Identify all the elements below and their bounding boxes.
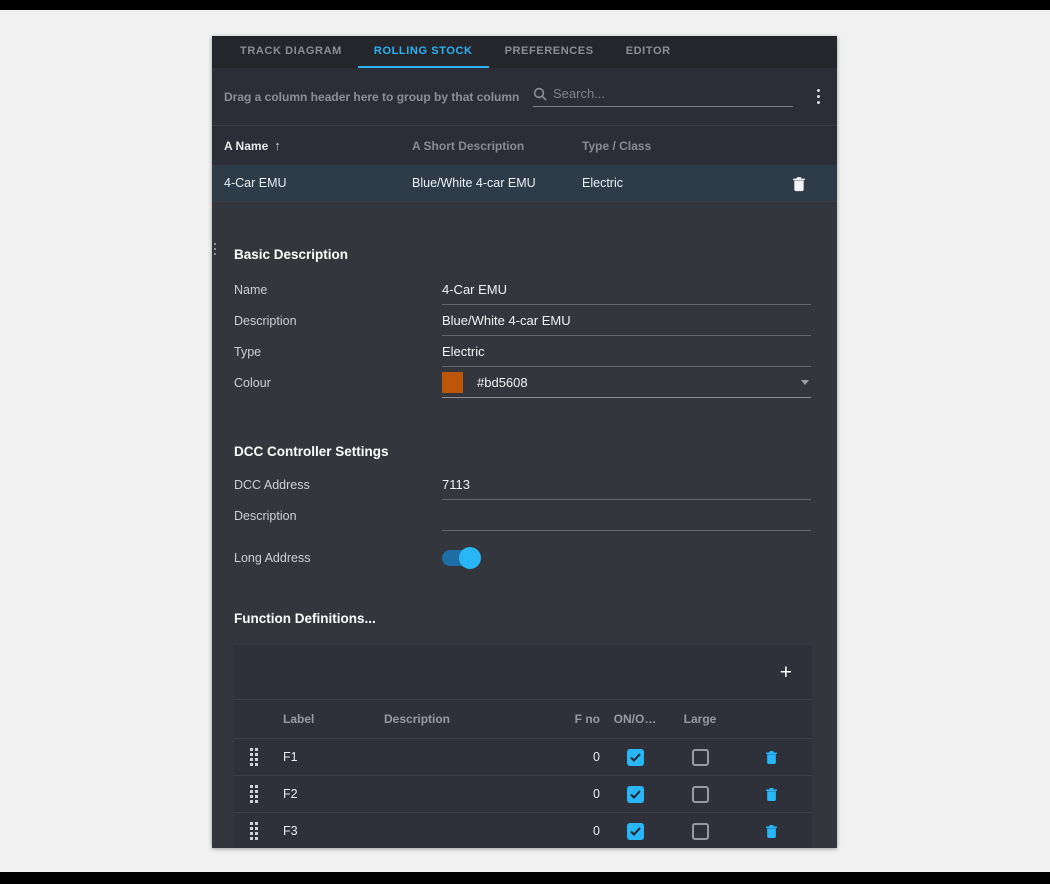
dcc-settings-title: DCC Controller Settings <box>234 444 815 459</box>
large-checkbox[interactable] <box>692 786 709 803</box>
drag-handle-icon[interactable] <box>250 748 258 766</box>
colour-field-row: Colour #bd5608 <box>234 367 811 398</box>
check-icon <box>630 753 641 762</box>
sort-asc-icon: ↑ <box>274 138 281 153</box>
function-row-f2[interactable]: F2 0 <box>234 776 812 813</box>
top-black-bar <box>0 0 1050 10</box>
dcc-address-field-row: DCC Address 7113 <box>234 469 811 500</box>
function-label-cell[interactable]: F2 <box>274 787 384 801</box>
tab-editor[interactable]: EDITOR <box>610 36 687 68</box>
dcc-description-label: Description <box>234 509 442 523</box>
tab-track-diagram[interactable]: TRACK DIAGRAM <box>224 36 358 68</box>
panel-resize-grip[interactable] <box>212 238 217 260</box>
column-header-name-label: A Name <box>224 139 268 153</box>
delete-function-icon[interactable] <box>765 749 778 765</box>
type-field[interactable]: Electric <box>442 336 811 367</box>
function-column-label[interactable]: Label <box>274 712 384 726</box>
tab-bar: TRACK DIAGRAM ROLLING STOCK PREFERENCES … <box>212 36 837 68</box>
stock-row-short-description: Blue/White 4-car EMU <box>412 176 582 190</box>
description-field[interactable]: Blue/White 4-car EMU <box>442 305 811 336</box>
stock-row-type-class: Electric <box>582 176 761 190</box>
delete-function-icon[interactable] <box>765 786 778 802</box>
dcc-description-field-row: Description <box>234 500 811 531</box>
onoff-checkbox[interactable] <box>627 786 644 803</box>
large-checkbox[interactable] <box>692 749 709 766</box>
tab-preferences[interactable]: PREFERENCES <box>489 36 610 68</box>
group-by-hint: Drag a column header here to group by th… <box>224 90 519 104</box>
search-icon <box>533 87 547 101</box>
function-row-f3[interactable]: F3 0 <box>234 813 812 848</box>
search-box[interactable] <box>533 86 793 107</box>
search-input[interactable] <box>553 86 793 101</box>
tab-rolling-stock[interactable]: ROLLING STOCK <box>358 36 489 68</box>
long-address-row: Long Address <box>234 539 811 577</box>
stock-detail-form: Basic Description Name 4-Car EMU Descrip… <box>212 247 837 848</box>
dcc-address-label: DCC Address <box>234 478 442 492</box>
dcc-description-field[interactable] <box>442 500 811 531</box>
colour-select[interactable]: #bd5608 <box>442 367 811 398</box>
function-definitions-title: Function Definitions... <box>234 611 815 626</box>
function-column-fno[interactable]: F no <box>540 712 600 726</box>
description-field-row: Description Blue/White 4-car EMU <box>234 305 811 336</box>
name-field-row: Name 4-Car EMU <box>234 274 811 305</box>
function-column-description[interactable]: Description <box>384 712 540 726</box>
long-address-label: Long Address <box>234 551 442 565</box>
basic-description-title: Basic Description <box>234 247 815 262</box>
delete-function-icon[interactable] <box>765 823 778 839</box>
function-table-toolbar: + <box>234 645 812 699</box>
function-fno-cell[interactable]: 0 <box>540 750 600 764</box>
name-field[interactable]: 4-Car EMU <box>442 274 811 305</box>
bottom-black-bar <box>0 872 1050 884</box>
chevron-down-icon[interactable] <box>801 380 809 385</box>
rolling-stock-window: TRACK DIAGRAM ROLLING STOCK PREFERENCES … <box>212 36 837 848</box>
function-column-onoff[interactable]: ON/O… <box>600 712 670 726</box>
grid-header-row: A Name ↑ A Short Description Type / Clas… <box>212 125 837 165</box>
function-fno-cell[interactable]: 0 <box>540 824 600 838</box>
long-address-toggle[interactable] <box>442 550 478 566</box>
function-row-f1[interactable]: F1 0 <box>234 739 812 776</box>
column-header-short-description[interactable]: A Short Description <box>412 139 582 153</box>
function-label-cell[interactable]: F3 <box>274 824 384 838</box>
colour-label: Colour <box>234 376 442 390</box>
type-label: Type <box>234 345 442 359</box>
function-table-header: Label Description F no ON/O… Large <box>234 699 812 739</box>
description-label: Description <box>234 314 442 328</box>
function-table: + Label Description F no ON/O… Large F1 … <box>234 645 812 848</box>
overflow-menu-icon[interactable] <box>815 87 822 106</box>
check-icon <box>630 827 641 836</box>
colour-swatch <box>442 372 463 393</box>
check-icon <box>630 790 641 799</box>
column-header-name[interactable]: A Name ↑ <box>212 138 412 153</box>
drag-handle-icon[interactable] <box>250 785 258 803</box>
onoff-checkbox[interactable] <box>627 749 644 766</box>
add-function-button[interactable]: + <box>780 662 792 683</box>
function-column-large[interactable]: Large <box>670 712 730 726</box>
stock-row-selected[interactable]: 4-Car EMU Blue/White 4-car EMU Electric <box>212 165 837 202</box>
grid-toolbar: Drag a column header here to group by th… <box>212 68 837 125</box>
drag-handle-icon[interactable] <box>250 822 258 840</box>
colour-hex-value: #bd5608 <box>477 375 528 390</box>
function-fno-cell[interactable]: 0 <box>540 787 600 801</box>
dcc-address-field[interactable]: 7113 <box>442 469 811 500</box>
column-header-type-class[interactable]: Type / Class <box>582 139 761 153</box>
delete-stock-icon[interactable] <box>792 175 806 192</box>
stock-row-name: 4-Car EMU <box>212 176 412 190</box>
stock-grid: Drag a column header here to group by th… <box>212 68 837 202</box>
type-field-row: Type Electric <box>234 336 811 367</box>
onoff-checkbox[interactable] <box>627 823 644 840</box>
large-checkbox[interactable] <box>692 823 709 840</box>
name-label: Name <box>234 283 442 297</box>
function-label-cell[interactable]: F1 <box>274 750 384 764</box>
